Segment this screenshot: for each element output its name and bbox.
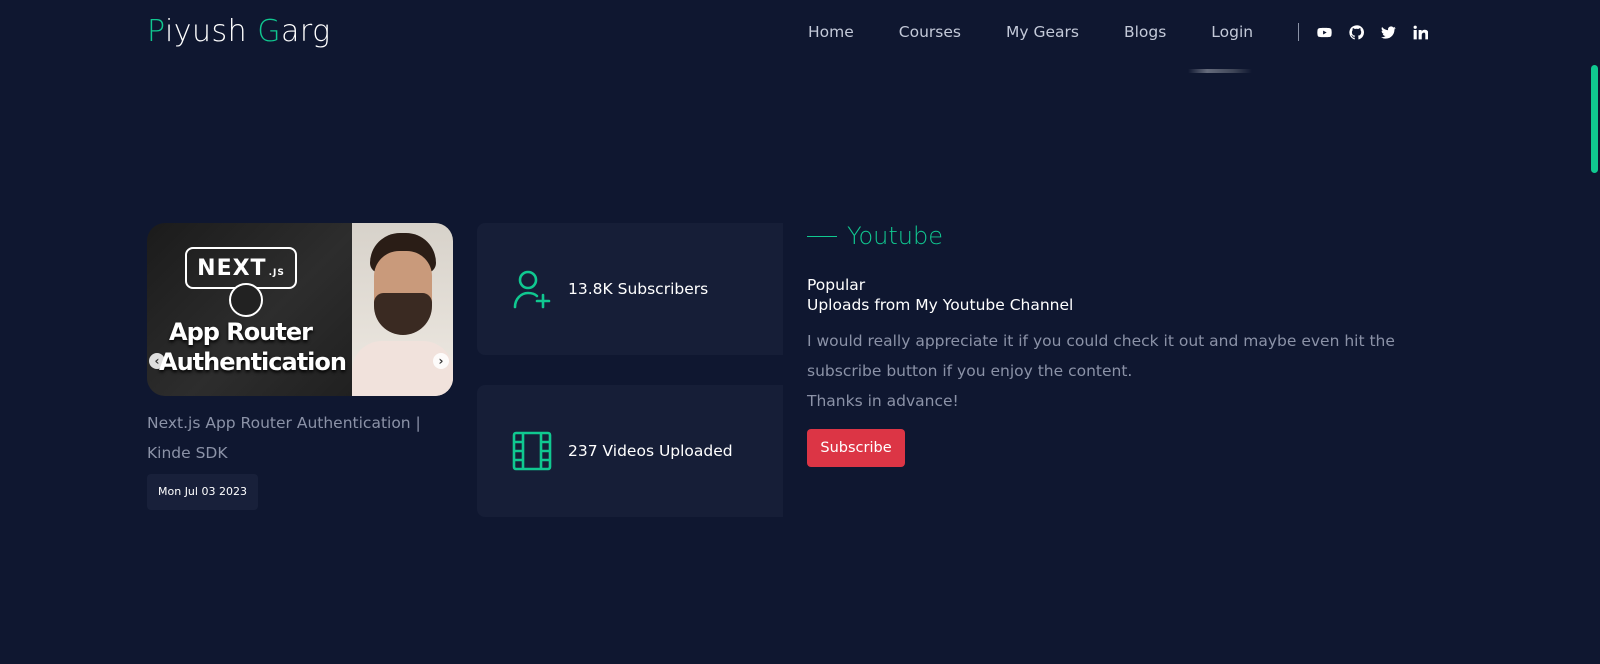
video-title[interactable]: Next.js App Router Authentication | Kind… (147, 408, 457, 468)
main-nav: Home Courses My Gears Blogs Login (808, 20, 1443, 44)
subscribers-card: 13.8K Subscribers (477, 223, 783, 355)
videos-count: 237 Videos Uploaded (568, 442, 733, 460)
subscribe-button[interactable]: Subscribe (807, 429, 905, 467)
thumbnail-title-line-1: App Router (169, 318, 313, 346)
nav-my-gears[interactable]: My Gears (1006, 20, 1079, 44)
site-logo[interactable]: Piyush Garg (147, 12, 331, 52)
nav-blogs[interactable]: Blogs (1124, 20, 1166, 44)
video-thumbnail[interactable]: NEXT .JS App Router Authentication ‹ › (147, 223, 453, 396)
youtube-icon[interactable] (1315, 23, 1333, 41)
hero-image-fragment (1188, 69, 1252, 73)
thanks-text: Thanks in advance! (807, 392, 959, 410)
github-icon[interactable] (1347, 23, 1365, 41)
subheading-line-2: Uploads from My Youtube Channel (807, 296, 1074, 314)
twitter-icon[interactable] (1379, 23, 1397, 41)
page: Piyush Garg Home Courses My Gears Blogs … (0, 0, 1600, 664)
nav-home[interactable]: Home (808, 20, 854, 44)
nav-divider (1298, 23, 1300, 41)
film-icon (510, 429, 554, 473)
description-text: I would really appreciate it if you coul… (807, 332, 1395, 380)
subheading-line-1: Popular (807, 276, 866, 294)
add-user-icon (510, 267, 554, 311)
youtube-description: I would really appreciate it if you coul… (807, 326, 1447, 416)
youtube-heading-text: Youtube (847, 222, 943, 250)
page-scrollbar[interactable] (1591, 65, 1598, 173)
youtube-heading: Youtube (807, 222, 943, 250)
logo-first-name: Piyush (147, 14, 248, 49)
lock-icon (229, 283, 263, 317)
carousel-prev-icon[interactable]: ‹ (149, 353, 165, 369)
carousel-next-icon[interactable]: › (433, 353, 449, 369)
nav-login[interactable]: Login (1211, 20, 1253, 44)
subscribers-count: 13.8K Subscribers (568, 280, 709, 298)
heading-accent-line (807, 235, 837, 237)
logo-last-name-rest: arg (280, 14, 331, 49)
nav-courses[interactable]: Courses (899, 20, 961, 44)
thumbnail-title-line-2: Authentication (159, 348, 347, 376)
linkedin-icon[interactable] (1411, 23, 1429, 41)
presenter-photo (352, 223, 453, 396)
logo-last-name-initial: G (257, 14, 281, 49)
video-date-badge: Mon Jul 03 2023 (147, 474, 258, 510)
youtube-subheading: Popular Uploads from My Youtube Channel (807, 275, 1073, 315)
videos-card: 237 Videos Uploaded (477, 385, 783, 517)
